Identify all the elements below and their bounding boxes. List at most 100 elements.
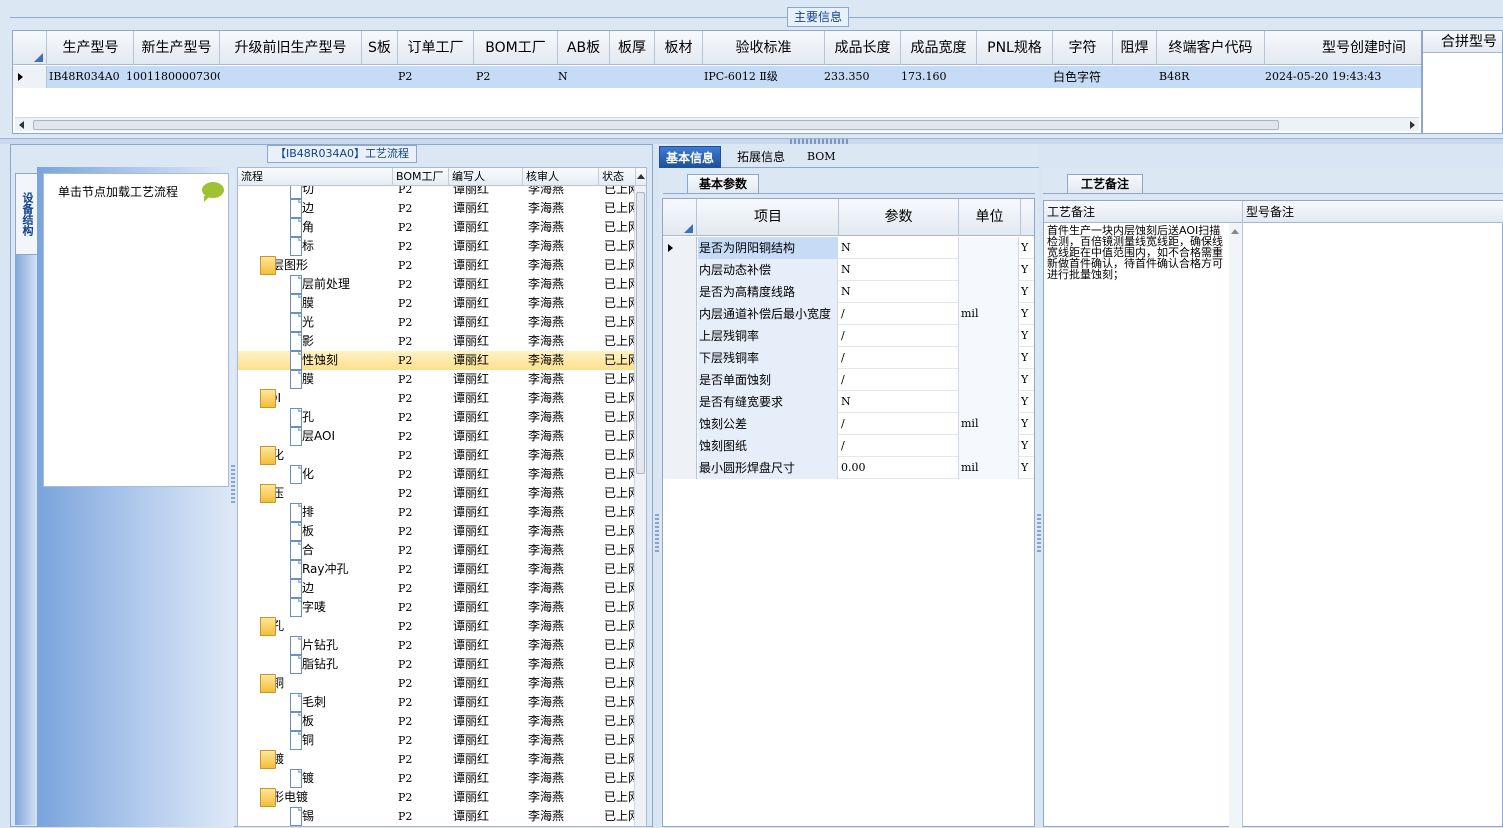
tree-folder-row[interactable]: −层压 P2 谭丽红 李海燕 已上网: [238, 484, 636, 503]
param-row-indicator[interactable]: [663, 325, 697, 347]
notes-grid[interactable]: 工艺备注 型号备注 首件生产一块内层蚀刻后送AOI扫描检测，百倍镜测量线宽线距，…: [1043, 200, 1503, 828]
tree-node-name[interactable]: 显影: [238, 332, 392, 351]
tree-node-name[interactable]: 压合: [238, 541, 392, 560]
col-bom-factory[interactable]: BOM工厂: [474, 31, 558, 65]
tree-node-name[interactable]: −图形电镀: [238, 788, 392, 807]
tree-vscrollbar[interactable]: [634, 174, 646, 826]
mid-right-grip-icon[interactable]: [1037, 514, 1041, 554]
cell-prod-model[interactable]: IB48R034A0: [49, 66, 133, 88]
tree-node-name[interactable]: 镀锡: [238, 807, 392, 826]
tree-node-name[interactable]: 棕化: [238, 465, 392, 484]
col-solder[interactable]: 阻焊: [1113, 31, 1157, 65]
process-tree[interactable]: 裁切P2谭丽红李海燕已上网磨边P2谭丽红李海燕已上网圆角P2谭丽红李海燕已上网打…: [237, 167, 647, 827]
cell-created[interactable]: 2024-05-20 19:43:43: [1265, 66, 1421, 88]
params-col-value[interactable]: 参数: [839, 199, 959, 236]
tree-node-row[interactable]: 打字唛 P2 谭丽红 李海燕 已上网: [238, 598, 636, 617]
tree-node-name[interactable]: 打标: [238, 237, 392, 256]
tree-node-row[interactable]: X-Ray冲孔 P2 谭丽红 李海燕 已上网: [238, 560, 636, 579]
tree-folder-row[interactable]: −图形电镀 P2 谭丽红 李海燕 已上网: [238, 788, 636, 807]
param-row[interactable]: 是否有缝宽要求 N Y: [663, 391, 1034, 413]
param-value[interactable]: /: [839, 325, 959, 347]
param-row[interactable]: 是否单面蚀刻 / Y: [663, 369, 1034, 391]
grid-corner[interactable]: [13, 31, 47, 65]
cell-new-model[interactable]: 10011800007300: [126, 66, 220, 88]
tree-node-row[interactable]: 去毛刺 P2 谭丽红 李海燕 已上网: [238, 693, 636, 712]
tab-equipment-structure[interactable]: 设备结构: [15, 173, 37, 255]
params-col-item[interactable]: 项目: [698, 199, 839, 236]
cell-order-factory[interactable]: P2: [398, 66, 474, 88]
param-value[interactable]: /: [839, 347, 959, 369]
tree-node-name[interactable]: 板镀: [238, 769, 392, 788]
params-corner[interactable]: [663, 199, 697, 236]
tree-node-name[interactable]: 退膜: [238, 370, 392, 389]
param-value[interactable]: /: [839, 413, 959, 435]
param-row[interactable]: 上层残铜率 / Y: [663, 325, 1034, 347]
notes-col-process[interactable]: 工艺备注: [1044, 201, 1243, 223]
tree-node-row[interactable]: 内层前处理 P2 谭丽红 李海燕 已上网: [238, 275, 636, 294]
param-row-indicator[interactable]: [663, 435, 697, 457]
tab-bom[interactable]: BOM: [801, 146, 842, 168]
tree-node-name[interactable]: 酸性蚀刻: [238, 351, 392, 370]
cell-pnl[interactable]: [977, 66, 1053, 88]
tree-node-row[interactable]: 打标 P2 谭丽红 李海燕 已上网: [238, 237, 636, 256]
param-row[interactable]: 最小圆形焊盘尺寸 0.00 mil Y: [663, 457, 1034, 479]
tree-node-name[interactable]: 贴膜: [238, 294, 392, 313]
cell-thickness[interactable]: [610, 66, 655, 88]
tree-node-name[interactable]: 曝光: [238, 313, 392, 332]
cell-material[interactable]: [655, 66, 703, 88]
tree-folder-row[interactable]: −内层图形 P2 谭丽红 李海燕 已上网: [238, 256, 636, 275]
scroll-right-icon[interactable]: [1410, 121, 1415, 129]
tree-node-row[interactable]: 曝光 P2 谭丽红 李海燕 已上网: [238, 313, 636, 332]
col-pnl[interactable]: PNL规格: [977, 31, 1053, 65]
param-row-indicator[interactable]: [663, 369, 697, 391]
tree-col-checker[interactable]: 核审人: [523, 168, 599, 186]
tree-node-name[interactable]: −钻孔: [238, 617, 392, 636]
col-ab-board[interactable]: AB板: [558, 31, 610, 65]
tree-node-name[interactable]: 打字唛: [238, 598, 392, 617]
tree-col-flow[interactable]: 流程: [238, 168, 393, 186]
tree-node-name[interactable]: −电镀: [238, 750, 392, 769]
tree-node-row[interactable]: 圆角 P2 谭丽红 李海燕 已上网: [238, 218, 636, 237]
cell-solder[interactable]: [1113, 66, 1157, 88]
cell-char[interactable]: 白色字符: [1053, 66, 1113, 88]
node-box[interactable]: 单击节点加载工艺流程: [43, 173, 229, 487]
col-material[interactable]: 板材: [655, 31, 703, 65]
params-grid[interactable]: 项目 参数 单位 是否为阴阳铜结构 N Y 内层动态补偿 N Y 是否为高精度线路 N Y 内层通…: [662, 198, 1035, 827]
param-value[interactable]: /: [839, 369, 959, 391]
notes-scrollbar[interactable]: [1229, 223, 1242, 828]
row-indicator[interactable]: [13, 66, 47, 88]
tree-node-name[interactable]: 冲孔: [238, 408, 392, 427]
tree-node-name[interactable]: 内层前处理: [238, 275, 392, 294]
param-row-indicator[interactable]: [663, 457, 697, 479]
tree-col-writer[interactable]: 编写人: [449, 168, 523, 186]
tree-node-row[interactable]: 显影 P2 谭丽红 李海燕 已上网: [238, 332, 636, 351]
param-row[interactable]: 内层通道补偿后最小宽度 / mil Y: [663, 303, 1034, 325]
tree-node-name[interactable]: 预排: [238, 503, 392, 522]
tree-node-row[interactable]: 烘板 P2 谭丽红 李海燕 已上网: [238, 712, 636, 731]
cell-s-board[interactable]: [364, 66, 398, 88]
tree-node-name[interactable]: −棕化: [238, 446, 392, 465]
col-old-model[interactable]: 升级前旧生产型号: [220, 31, 362, 65]
scroll-up-icon[interactable]: [637, 174, 645, 179]
param-row-indicator[interactable]: [663, 259, 697, 281]
param-row-indicator[interactable]: [663, 391, 697, 413]
tree-node-row[interactable]: 内层AOI P2 谭丽红 李海燕 已上网: [238, 427, 636, 446]
col-acceptance[interactable]: 验收标准: [703, 31, 825, 65]
params-col-unit[interactable]: 单位: [959, 199, 1021, 236]
tree-node-row[interactable]: 棕化 P2 谭丽红 李海燕 已上网: [238, 465, 636, 484]
tree-folder-row[interactable]: −棕化 P2 谭丽红 李海燕 已上网: [238, 446, 636, 465]
tree-vscroll-thumb[interactable]: [636, 192, 645, 474]
col-char[interactable]: 字符: [1053, 31, 1113, 65]
tree-node-row[interactable]: 铝片钻孔 P2 谭丽红 李海燕 已上网: [238, 636, 636, 655]
tree-node-row[interactable]: 沉铜 P2 谭丽红 李海燕 已上网: [238, 731, 636, 750]
tree-node-name[interactable]: −AOI: [238, 389, 392, 408]
cell-ab-board[interactable]: N: [558, 66, 610, 88]
param-row[interactable]: 蚀刻公差 / mil Y: [663, 413, 1034, 435]
param-row-indicator[interactable]: [663, 237, 697, 259]
tree-node-name[interactable]: −内层图形: [238, 256, 392, 275]
cell-old-model[interactable]: [222, 66, 362, 88]
tree-node-name[interactable]: 磨边: [238, 199, 392, 218]
param-row-indicator[interactable]: [663, 303, 697, 325]
tree-node-name[interactable]: 烘板: [238, 712, 392, 731]
tree-node-row[interactable]: 酸性蚀刻 P2 谭丽红 李海燕 已上网: [238, 351, 636, 370]
